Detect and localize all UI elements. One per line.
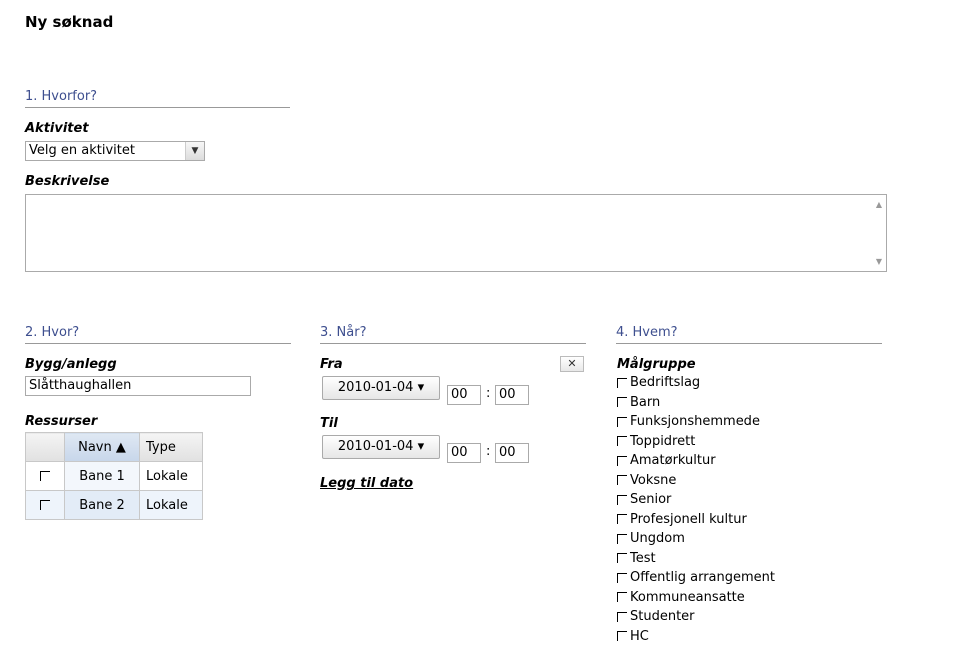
checkbox[interactable] [617, 612, 627, 622]
resources-table: Navn ▲ Type Bane 1 Lokale Bane 2 Lokale [25, 432, 203, 520]
checkbox[interactable] [617, 417, 627, 427]
list-item[interactable]: Senior [617, 490, 775, 510]
building-input[interactable]: Slåtthaughallen [25, 376, 251, 396]
option-label: Barn [630, 393, 660, 413]
checkbox[interactable] [617, 514, 627, 524]
option-label: Studenter [630, 607, 695, 627]
table-row[interactable]: Bane 1 Lokale [26, 462, 203, 491]
list-item[interactable]: Toppidrett [617, 432, 775, 452]
section-heading-why: 1. Hvorfor? [25, 88, 290, 108]
checkbox[interactable] [617, 495, 627, 505]
list-item[interactable]: Ungdom [617, 529, 775, 549]
from-minute-input[interactable]: 00 [495, 385, 529, 405]
description-label: Beskrivelse [25, 174, 109, 189]
to-label: Til [320, 416, 338, 431]
from-time-separator: : [486, 386, 490, 401]
option-label: Amatørkultur [630, 451, 716, 471]
list-item[interactable]: Profesjonell kultur [617, 510, 775, 530]
chevron-down-icon[interactable]: ▼ [185, 142, 204, 160]
column-header-name[interactable]: Navn ▲ [65, 433, 140, 462]
checkbox[interactable] [617, 456, 627, 466]
select-column-header [26, 433, 65, 462]
to-time-separator: : [486, 444, 490, 459]
checkbox[interactable] [617, 553, 627, 563]
option-label: Funksjonshemmede [630, 412, 760, 432]
list-item[interactable]: Barn [617, 393, 775, 413]
to-date-picker[interactable]: 2010-01-04 ▾ [322, 435, 440, 459]
option-label: Senior [630, 490, 671, 510]
list-item[interactable]: Kommuneansatte [617, 588, 775, 608]
resource-name: Bane 2 [65, 491, 140, 520]
column-header-type[interactable]: Type [140, 433, 203, 462]
resource-type: Lokale [140, 462, 203, 491]
section-heading-where: 2. Hvor? [25, 324, 291, 344]
option-label: Profesjonell kultur [630, 510, 747, 530]
list-item[interactable]: Funksjonshemmede [617, 412, 775, 432]
from-date-picker[interactable]: 2010-01-04 ▾ [322, 376, 440, 400]
checkbox[interactable] [617, 436, 627, 446]
list-item[interactable]: Bedriftslag [617, 373, 775, 393]
checkbox[interactable] [617, 475, 627, 485]
list-item[interactable]: HC [617, 627, 775, 646]
section-heading-who: 4. Hvem? [616, 324, 882, 344]
list-item[interactable]: Offentlig arrangement [617, 568, 775, 588]
target-group-list: Bedriftslag Barn Funksjonshemmede Toppid… [617, 373, 775, 646]
checkbox[interactable] [617, 378, 627, 388]
checkbox[interactable] [617, 573, 627, 583]
checkbox[interactable] [617, 397, 627, 407]
list-item[interactable]: Voksne [617, 471, 775, 491]
option-label: Test [630, 549, 656, 569]
resources-label: Ressurser [25, 414, 97, 429]
page-title: Ny søknad [25, 13, 113, 31]
from-label: Fra [320, 357, 343, 372]
option-label: Voksne [630, 471, 676, 491]
activity-select[interactable]: Velg en aktivitet ▼ [25, 141, 205, 161]
row-checkbox[interactable] [40, 471, 50, 481]
target-group-label: Målgruppe [617, 357, 696, 372]
building-label: Bygg/anlegg [25, 357, 117, 372]
checkbox[interactable] [617, 631, 627, 641]
activity-label: Aktivitet [25, 121, 89, 136]
checkbox[interactable] [617, 592, 627, 602]
close-icon[interactable]: ✕ [560, 356, 584, 372]
scroll-up-icon[interactable]: ▲ [876, 200, 882, 209]
to-minute-input[interactable]: 00 [495, 443, 529, 463]
list-item[interactable]: Test [617, 549, 775, 569]
to-hour-input[interactable]: 00 [447, 443, 481, 463]
row-checkbox[interactable] [40, 500, 50, 510]
scroll-down-icon[interactable]: ▼ [876, 257, 882, 266]
list-item[interactable]: Studenter [617, 607, 775, 627]
from-hour-input[interactable]: 00 [447, 385, 481, 405]
checkbox[interactable] [617, 534, 627, 544]
option-label: Kommuneansatte [630, 588, 745, 608]
activity-select-value: Velg en aktivitet [29, 143, 135, 158]
add-date-link[interactable]: Legg til dato [320, 476, 413, 491]
table-row[interactable]: Bane 2 Lokale [26, 491, 203, 520]
option-label: Ungdom [630, 529, 685, 549]
option-label: Offentlig arrangement [630, 568, 775, 588]
option-label: Toppidrett [630, 432, 695, 452]
option-label: Bedriftslag [630, 373, 700, 393]
option-label: HC [630, 627, 649, 646]
list-item[interactable]: Amatørkultur [617, 451, 775, 471]
resource-type: Lokale [140, 491, 203, 520]
section-heading-when: 3. Når? [320, 324, 586, 344]
resource-name: Bane 1 [65, 462, 140, 491]
description-textarea[interactable]: ▲ ▼ [25, 194, 887, 272]
